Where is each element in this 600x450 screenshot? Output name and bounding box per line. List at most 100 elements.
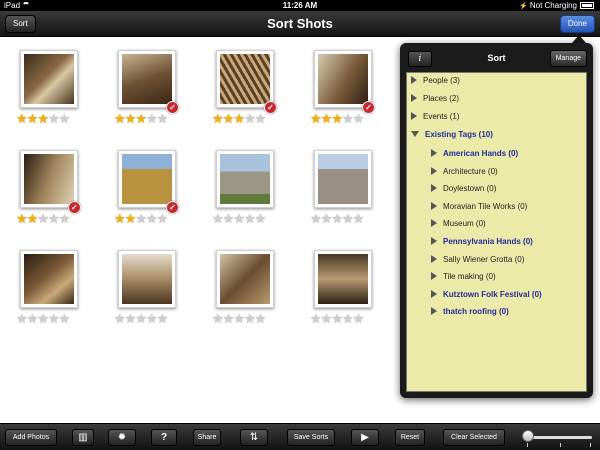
star-icon[interactable]: ★ [244,111,256,126]
star-icon[interactable]: ★ [146,211,158,226]
sort-order-icon[interactable]: ⇅ [240,429,268,446]
tag-item[interactable]: Kutztown Folk Festival (0) [431,288,542,302]
star-icon[interactable]: ★ [331,111,343,126]
star-icon[interactable]: ★ [353,211,365,226]
sort-button[interactable]: Sort [5,15,36,33]
star-icon[interactable]: ★ [48,311,60,326]
star-icon[interactable]: ★ [233,211,245,226]
tag-item[interactable]: Doylestown (0) [431,182,496,196]
star-icon[interactable]: ★ [157,111,169,126]
star-icon[interactable]: ★ [310,111,322,126]
tag-item[interactable]: thatch roofing (0) [431,305,509,319]
star-rating[interactable]: ★★★★★ [16,111,71,126]
photo-thumbnail[interactable] [118,50,176,108]
star-icon[interactable]: ★ [212,111,224,126]
photo-thumbnail[interactable] [314,250,372,308]
sort-section-events[interactable]: Events (1) [411,110,459,124]
tag-item[interactable]: Moravian Tile Works (0) [431,200,527,214]
star-icon[interactable]: ★ [223,311,235,326]
star-icon[interactable]: ★ [331,311,343,326]
photo-thumbnail[interactable] [118,250,176,308]
star-rating[interactable]: ★★★★★ [212,311,267,326]
save-sorts-button[interactable]: Save Sorts [287,429,335,446]
star-icon[interactable]: ★ [135,311,147,326]
star-icon[interactable]: ★ [255,211,267,226]
star-icon[interactable]: ★ [342,311,354,326]
star-icon[interactable]: ★ [135,111,147,126]
star-rating[interactable]: ★★★★★ [114,211,168,226]
star-icon[interactable]: ★ [310,311,322,326]
tag-item[interactable]: Pennsylvania Hands (0) [431,235,533,249]
star-icon[interactable]: ★ [27,111,39,126]
help-button[interactable]: ? [151,429,177,446]
star-icon[interactable]: ★ [223,211,235,226]
star-icon[interactable]: ★ [125,211,137,226]
photo-thumbnail[interactable] [314,150,372,208]
photo-thumbnail[interactable] [216,150,274,208]
share-button[interactable]: Share [193,429,221,446]
star-icon[interactable]: ★ [310,211,322,226]
star-icon[interactable]: ★ [233,111,245,126]
star-icon[interactable]: ★ [146,111,158,126]
star-icon[interactable]: ★ [157,311,169,326]
star-icon[interactable]: ★ [48,211,60,226]
star-icon[interactable]: ★ [321,211,333,226]
star-rating[interactable]: ★★★★★ [114,111,169,126]
star-icon[interactable]: ★ [27,311,39,326]
star-icon[interactable]: ★ [255,311,267,326]
star-icon[interactable]: ★ [114,211,126,226]
photo-thumbnail[interactable] [216,250,274,308]
star-icon[interactable]: ★ [321,311,333,326]
photo-thumbnail[interactable] [118,150,176,208]
star-icon[interactable]: ★ [59,111,71,126]
photo-thumbnail[interactable] [216,50,274,108]
star-icon[interactable]: ★ [125,311,137,326]
star-rating[interactable]: ★★★★★ [310,311,365,326]
trash-icon[interactable]: ▥ [72,429,94,446]
sort-section-existing-tags[interactable]: Existing Tags (10) [411,128,493,142]
star-rating[interactable]: ★★★★★ [16,311,71,326]
star-icon[interactable]: ★ [37,111,49,126]
star-icon[interactable]: ★ [212,211,224,226]
reset-button[interactable]: Reset [395,429,425,446]
photo-thumbnail[interactable] [314,50,372,108]
photo-thumbnail[interactable] [20,50,78,108]
star-icon[interactable]: ★ [244,311,256,326]
star-icon[interactable]: ★ [16,311,28,326]
photo-thumbnail[interactable] [20,250,78,308]
size-slider[interactable] [526,436,592,439]
star-icon[interactable]: ★ [135,211,147,226]
star-icon[interactable]: ★ [114,311,126,326]
done-button[interactable]: Done [559,15,595,33]
star-icon[interactable]: ★ [16,111,28,126]
add-photos-button[interactable]: Add Photos [5,429,57,446]
star-icon[interactable]: ★ [353,111,365,126]
star-icon[interactable]: ★ [223,111,235,126]
star-icon[interactable]: ★ [353,311,365,326]
star-icon[interactable]: ★ [342,211,354,226]
star-icon[interactable]: ★ [114,111,126,126]
star-icon[interactable]: ★ [16,211,28,226]
star-icon[interactable]: ★ [37,311,49,326]
tag-item[interactable]: Museum (0) [431,217,486,231]
sort-section-people[interactable]: People (3) [411,74,460,88]
star-icon[interactable]: ★ [125,111,137,126]
star-icon[interactable]: ★ [244,211,256,226]
slider-thumb[interactable] [522,430,534,442]
star-icon[interactable]: ★ [59,311,71,326]
star-icon[interactable]: ★ [331,211,343,226]
star-icon[interactable]: ★ [146,311,158,326]
star-icon[interactable]: ★ [59,211,71,226]
star-rating[interactable]: ★★★★★ [114,311,169,326]
star-icon[interactable]: ★ [212,311,224,326]
star-rating[interactable]: ★★★★★ [212,111,267,126]
tag-item[interactable]: Sally Wiener Grotta (0) [431,253,524,267]
star-rating[interactable]: ★★★★★ [212,211,267,226]
gear-icon[interactable]: ✹ [108,429,136,446]
star-icon[interactable]: ★ [37,211,49,226]
tag-item[interactable]: American Hands (0) [431,147,518,161]
star-rating[interactable]: ★★★★★ [16,211,71,226]
clear-selected-button[interactable]: Clear Selected [443,429,505,446]
tag-item[interactable]: Tile making (0) [431,270,496,284]
star-icon[interactable]: ★ [255,111,267,126]
